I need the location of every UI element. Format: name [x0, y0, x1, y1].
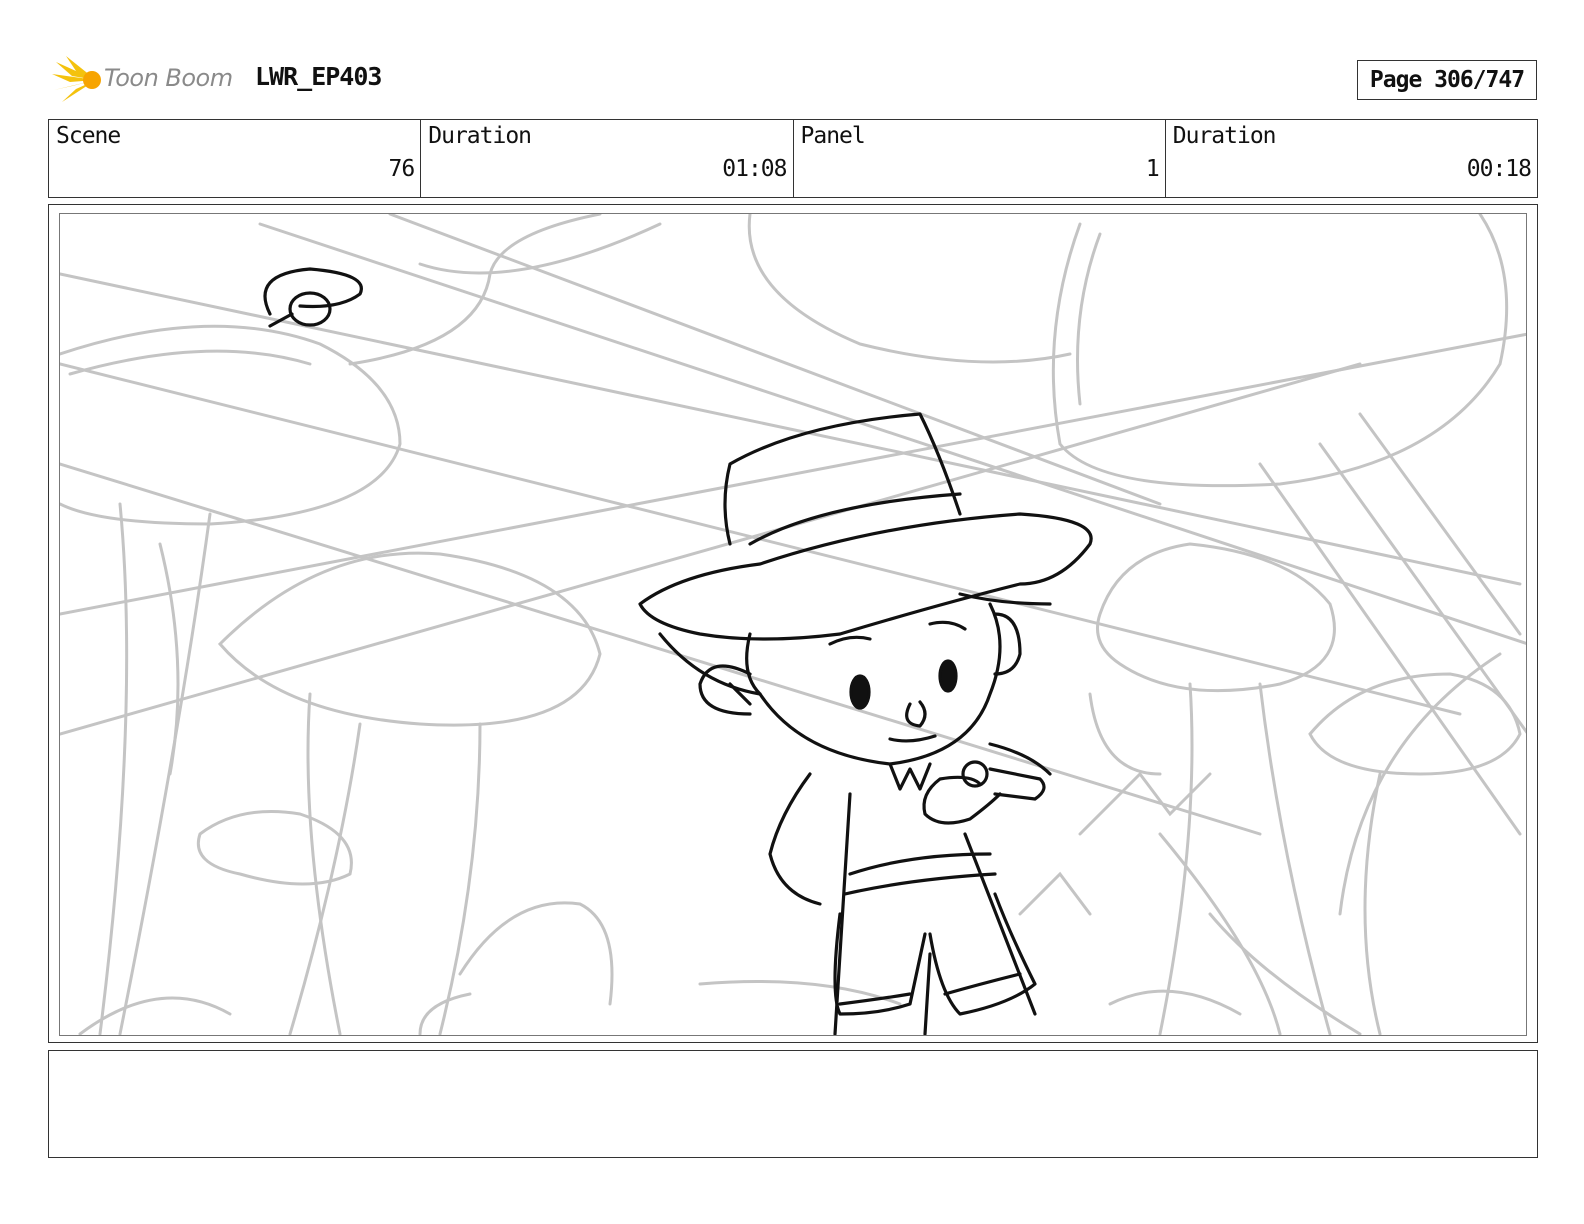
page-indicator: Page 306/747 [1357, 60, 1537, 100]
toon-boom-logo: Toon Boom [52, 56, 242, 106]
panel-label: Panel [800, 123, 866, 149]
notes-box[interactable] [48, 1050, 1538, 1158]
panel-value: 1 [1145, 156, 1160, 182]
storyboard-panel [48, 204, 1538, 1043]
scene-value: 76 [388, 156, 416, 182]
panel-duration-cell: Duration 00:18 [1166, 120, 1537, 197]
scene-duration-value: 01:08 [722, 156, 787, 182]
scene-cell: Scene 76 [49, 120, 422, 197]
panel-duration-value: 00:18 [1466, 156, 1532, 182]
burst-icon [52, 56, 101, 102]
logo-text: Toon Boom [104, 64, 233, 92]
info-table: Scene 76 Duration 01:08 Panel 1 Duration… [48, 119, 1538, 198]
panel-duration-label: Duration [1172, 123, 1277, 149]
scene-duration-cell: Duration 01:08 [421, 120, 794, 197]
panel-drawing-area [59, 213, 1527, 1036]
sketch-drawing [60, 214, 1526, 1035]
scene-label: Scene [56, 123, 121, 149]
scene-duration-label: Duration [428, 123, 532, 149]
panel-cell: Panel 1 [794, 120, 1166, 197]
project-title: LWR_EP403 [255, 62, 382, 91]
